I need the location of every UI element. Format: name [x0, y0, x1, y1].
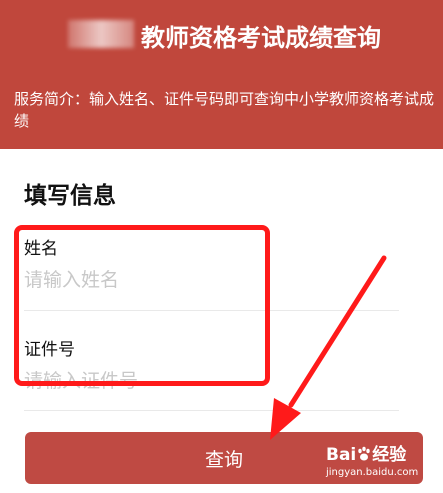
watermark-brand: Bai 经验: [326, 440, 438, 465]
watermark-brand-left: Bai: [326, 445, 357, 465]
watermark-url: jingyan.baidu.com: [326, 467, 419, 478]
baidu-jingyan-watermark: Bai 经验 jingyan.baidu.com: [326, 440, 438, 486]
watermark-brand-right: 经验: [372, 445, 407, 465]
paw-icon: [358, 446, 370, 461]
annotation-arrow-icon: [270, 255, 387, 440]
